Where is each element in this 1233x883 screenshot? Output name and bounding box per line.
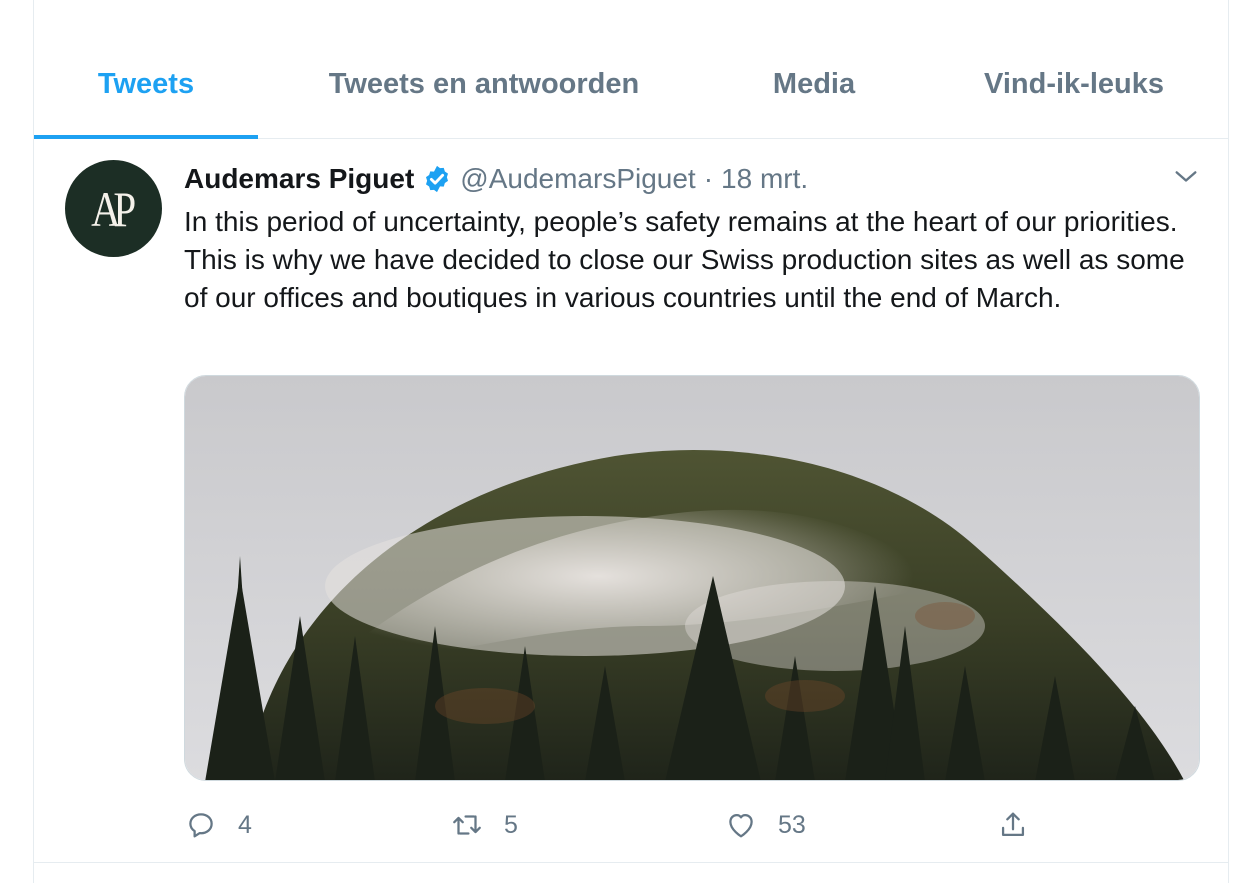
author-handle[interactable]: @AudemarsPiguet xyxy=(460,163,695,195)
tab-tweets-label: Tweets xyxy=(97,67,195,100)
avatar-logo: AP xyxy=(90,180,136,237)
profile-tabs: Tweets Tweets en antwoorden Media Vind-i… xyxy=(34,0,1228,139)
tab-likes[interactable]: Vind-ik-leuks xyxy=(959,0,1189,138)
tweet-text: In this period of uncertainty, people’s … xyxy=(184,206,1185,313)
tab-media[interactable]: Media xyxy=(734,0,894,138)
tweet-photo[interactable] xyxy=(184,375,1200,781)
retweet-count: 5 xyxy=(504,810,518,839)
share-button[interactable] xyxy=(996,805,1030,845)
reply-count: 4 xyxy=(238,810,252,839)
reply-icon xyxy=(189,813,213,838)
heart-icon xyxy=(729,813,753,838)
like-count: 53 xyxy=(778,810,806,839)
tweet[interactable]: AP Audemars Piguet @AudemarsPiguet · 18 … xyxy=(34,139,1228,863)
tweet-header: Audemars Piguet @AudemarsPiguet · 18 mrt… xyxy=(184,159,808,199)
tab-tweets[interactable]: Tweets xyxy=(34,0,258,139)
chevron-down-icon[interactable] xyxy=(1172,163,1200,191)
tweet-timestamp[interactable]: 18 mrt. xyxy=(721,163,808,195)
retweet-icon xyxy=(453,815,481,835)
tab-media-label: Media xyxy=(772,67,856,100)
tab-likes-label: Vind-ik-leuks xyxy=(984,67,1164,100)
author-name[interactable]: Audemars Piguet xyxy=(184,163,414,195)
reply-button[interactable]: 4 xyxy=(184,805,252,845)
retweet-button[interactable]: 5 xyxy=(450,805,518,845)
timeline-column: Tweets Tweets en antwoorden Media Vind-i… xyxy=(33,0,1229,883)
tweet-actions: 4 5 53 xyxy=(184,805,1084,845)
share-icon xyxy=(1001,812,1025,837)
avatar[interactable]: AP xyxy=(65,160,162,257)
tab-tweets-and-replies-label: Tweets en antwoorden xyxy=(328,67,640,100)
like-button[interactable]: 53 xyxy=(724,805,806,845)
verified-badge-icon xyxy=(426,165,449,193)
misty-forest-photo xyxy=(185,376,1199,780)
tab-tweets-and-replies[interactable]: Tweets en antwoorden xyxy=(304,0,664,138)
header-separator: · xyxy=(703,163,714,194)
